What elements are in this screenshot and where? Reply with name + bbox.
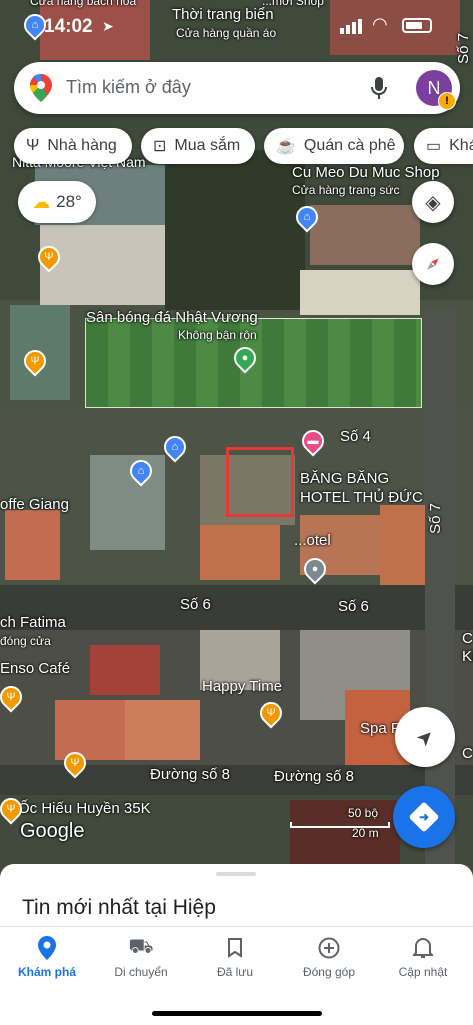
map-label-so7: Số 7 [426, 503, 444, 534]
nav-commute[interactable]: ⛟ Di chuyển [94, 935, 188, 980]
signal-icon [340, 18, 362, 34]
nav-explore[interactable]: Khám phá [0, 935, 94, 979]
location-arrow-icon: ➤ [102, 18, 114, 34]
map-label-right-c2: C [462, 745, 473, 762]
wifi-icon: ◠ [372, 14, 388, 34]
map-label-enso[interactable]: Enso Café [0, 660, 70, 677]
chip-restaurants[interactable]: Ψ Nhà hàng [14, 128, 132, 164]
explore-pin-icon [38, 936, 56, 960]
chip-hotels[interactable]: ▭ Khá [414, 128, 473, 164]
map-label-fatima[interactable]: ch Fatima [0, 614, 66, 631]
bell-icon [413, 938, 433, 958]
map-label-so6-right: Số 6 [338, 598, 369, 615]
map-label-fatima-sub: đóng cửa [0, 634, 51, 648]
alert-badge: ! [438, 92, 456, 110]
map-label-happy[interactable]: Happy Time [202, 678, 282, 695]
weather-chip[interactable]: ☁ 28° [18, 181, 96, 223]
nav-updates[interactable]: Cập nhật [376, 935, 470, 979]
nav-saved[interactable]: Đã lưu [188, 935, 282, 979]
map-label-right-c: C [462, 630, 473, 647]
map-label-duong8-right: Đường số 8 [274, 768, 354, 785]
fork-knife-icon: Ψ [26, 137, 40, 154]
weather-temp: 28° [56, 192, 82, 211]
battery-icon [402, 18, 432, 33]
coffee-cup-icon: ☕ [276, 138, 296, 155]
status-bar: 14:02 ➤ ◠ [0, 0, 473, 52]
chip-shopping[interactable]: ⊡ Mua sắm [141, 128, 255, 164]
map-label-field[interactable]: Sân bóng đá Nhật Vương [86, 309, 258, 326]
map-label-spa[interactable]: Spa F [360, 720, 400, 737]
map-label-duong8-left: Đường số 8 [150, 766, 230, 783]
map-label-coffee[interactable]: offe Giang [0, 496, 69, 513]
sheet-handle[interactable] [216, 872, 256, 876]
chip-coffee[interactable]: ☕ Quán cà phê [264, 128, 404, 164]
map-label-hotel-partial[interactable]: ...otel [294, 532, 331, 549]
directions-icon: ➜ [408, 801, 440, 833]
my-location-button[interactable]: ➤ [395, 707, 455, 767]
directions-button[interactable]: ➜ [393, 786, 455, 848]
commute-icon: ⛟ [128, 935, 154, 958]
map-label-oc[interactable]: Ốc Hiếu Huyền 35K [18, 800, 151, 817]
selected-area-marker [226, 447, 294, 517]
nav-contribute[interactable]: Đóng góp [282, 935, 376, 979]
map-label-cu-meo-sub: Cửa hàng trang sức [292, 183, 400, 197]
microphone-icon[interactable] [371, 76, 387, 100]
maps-logo-icon [30, 74, 52, 102]
bookmark-icon [228, 938, 242, 958]
compass-icon [427, 258, 439, 270]
home-indicator [152, 1011, 322, 1016]
bed-icon: ▭ [426, 138, 442, 155]
search-bar[interactable]: Tìm kiếm ở đây N ! [14, 62, 460, 114]
map-label-hotel[interactable]: BĂNG BĂNG [300, 470, 389, 487]
map-label-so4: Số 4 [340, 428, 371, 445]
partly-cloudy-icon: ☁ [32, 191, 51, 212]
bottom-navigation: Khám phá ⛟ Di chuyển Đã lưu Đóng góp Cập… [0, 926, 473, 1025]
map-label-cu-meo[interactable]: Cu Meo Du Muc Shop [292, 164, 440, 181]
sheet-title: Tin mới nhất tại Hiệp [22, 896, 216, 919]
scale-m: 20 m [352, 826, 379, 840]
map-label-right-k: Ki [462, 648, 473, 665]
shopping-bag-icon: ⊡ [153, 138, 167, 155]
map-label-hotel2[interactable]: HOTEL THỦ ĐỨC [300, 489, 423, 506]
layers-icon: ◈ [425, 191, 441, 214]
navigation-arrow-icon: ➤ [411, 723, 440, 752]
status-time: 14:02 [44, 16, 93, 37]
layers-button[interactable]: ◈ [412, 181, 454, 223]
scale-ft: 50 bộ [348, 806, 379, 820]
add-circle-icon [318, 937, 340, 959]
scale-bar [290, 822, 390, 828]
map-label-field-sub: Không bận rộn [178, 328, 257, 342]
search-input[interactable]: Tìm kiếm ở đây [66, 77, 191, 98]
compass-button[interactable] [412, 243, 454, 285]
map-label-so6-left: Số 6 [180, 596, 211, 613]
google-logo: Google [20, 820, 85, 842]
